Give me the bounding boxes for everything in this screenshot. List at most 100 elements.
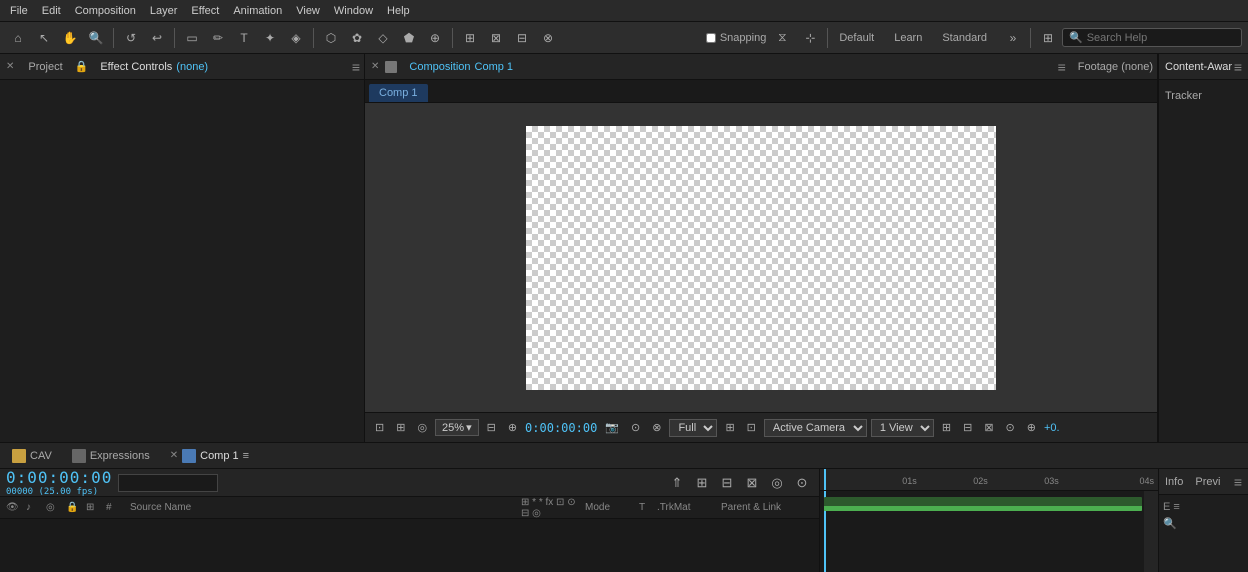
extract-button[interactable]: ⊞ xyxy=(691,472,713,494)
panel-close-project[interactable]: ✕ xyxy=(4,61,16,72)
workspace-default-button[interactable]: Default xyxy=(833,30,880,46)
br-search-item[interactable]: 🔍 xyxy=(1163,515,1244,532)
pin-button[interactable]: ⊗ xyxy=(536,26,560,50)
render-queue-button[interactable]: ⊠ xyxy=(741,472,763,494)
roto-tool-button[interactable]: ⬟ xyxy=(397,26,421,50)
menu-help[interactable]: Help xyxy=(381,3,416,19)
show-snapshot-button[interactable]: ⊙ xyxy=(627,419,644,436)
comp1-icon xyxy=(182,449,196,463)
lift-button[interactable]: ⇑ xyxy=(666,472,688,494)
menu-edit[interactable]: Edit xyxy=(36,3,67,19)
eraser-tool-button[interactable]: ◇ xyxy=(371,26,395,50)
comp-viewport[interactable] xyxy=(365,103,1157,412)
audio-col: ♪ xyxy=(26,502,42,513)
preview-tab[interactable]: Previ xyxy=(1195,476,1220,488)
3d-draft-button[interactable]: ⊙ xyxy=(1002,419,1019,436)
menu-window[interactable]: Window xyxy=(328,3,379,19)
workspace-learn-button[interactable]: Learn xyxy=(888,30,928,46)
region-of-interest-button[interactable]: ⊡ xyxy=(371,419,388,436)
fast-preview-button[interactable]: ◎ xyxy=(413,419,431,436)
camera-tool-button[interactable]: ⊕ xyxy=(423,26,447,50)
camera-select[interactable]: Active Camera xyxy=(764,419,867,437)
info-tab[interactable]: Info xyxy=(1165,476,1183,488)
safe-margins-button[interactable]: ⊠ xyxy=(980,419,997,436)
composition-label: Composition xyxy=(409,61,470,73)
comp1-tab-menu[interactable]: ≡ xyxy=(243,450,249,462)
transparency-button[interactable]: ⊡ xyxy=(743,419,760,436)
clone-tool-button[interactable]: ✦ xyxy=(258,26,282,50)
zoom-tool-button[interactable]: 🔍 xyxy=(84,26,108,50)
timeline-track-area xyxy=(0,519,819,572)
comp1-tab-close[interactable]: ✕ xyxy=(170,450,178,461)
align-left-button[interactable]: ⊞ xyxy=(458,26,482,50)
selection-tool-button[interactable]: ↖ xyxy=(32,26,56,50)
workspace-toggle-button[interactable]: ⊞ xyxy=(1036,26,1060,50)
puppet-tool-button[interactable]: ◈ xyxy=(284,26,308,50)
comp1-subtab[interactable]: Comp 1 xyxy=(369,84,428,102)
effect-controls-tab[interactable]: Effect Controls (none) xyxy=(92,59,216,75)
timeline-timecode[interactable]: 0:00:00:00 xyxy=(6,469,112,487)
search-area: 🔍 xyxy=(1062,28,1242,47)
live-update-button[interactable]: ⊙ xyxy=(791,472,813,494)
composition-mini-button[interactable]: ⊟ xyxy=(716,472,738,494)
menu-effect[interactable]: Effect xyxy=(185,3,225,19)
snapping-checkbox[interactable] xyxy=(706,33,716,43)
menu-composition[interactable]: Composition xyxy=(69,3,142,19)
guides-button[interactable]: ⊟ xyxy=(959,419,976,436)
home-button[interactable]: ⌂ xyxy=(6,26,30,50)
hand-tool-button[interactable]: ✋ xyxy=(58,26,82,50)
right-panel-menu[interactable]: ≡ xyxy=(1234,59,1242,75)
motion-sketch-button[interactable]: ⊹ xyxy=(798,26,822,50)
menu-animation[interactable]: Animation xyxy=(227,3,288,19)
left-panel-menu[interactable]: ≡ xyxy=(352,59,360,75)
br-e-item[interactable]: E ≡ xyxy=(1163,499,1244,515)
menu-view[interactable]: View xyxy=(290,3,326,19)
comp-tab[interactable]: Composition Comp 1 xyxy=(401,59,521,75)
project-tab[interactable]: Project xyxy=(20,59,70,75)
num-col: # xyxy=(106,502,122,513)
rotate-tool-button[interactable]: ↺ xyxy=(119,26,143,50)
align-center-button[interactable]: ⊠ xyxy=(484,26,508,50)
shape-tool-button[interactable]: ⬡ xyxy=(319,26,343,50)
cav-tab[interactable]: CAV xyxy=(4,447,60,465)
quality-select[interactable]: Full xyxy=(669,419,717,437)
reset-view-button[interactable]: ⊟ xyxy=(483,419,500,436)
comp1-timeline-tab[interactable]: ✕ Comp 1 ≡ xyxy=(162,447,257,465)
workspace-standard-button[interactable]: Standard xyxy=(936,30,993,46)
align-right-button[interactable]: ⊟ xyxy=(510,26,534,50)
tracker-item[interactable]: Tracker xyxy=(1165,86,1242,106)
undo-button[interactable]: ↩ xyxy=(145,26,169,50)
expressions-tab[interactable]: Expressions xyxy=(64,447,158,465)
timeline-scrollbar[interactable] xyxy=(1144,491,1158,572)
text-tool-button[interactable]: T xyxy=(232,26,256,50)
timeline-search-input[interactable] xyxy=(118,474,218,492)
rect-tool-button[interactable]: ▭ xyxy=(180,26,204,50)
snapping-options-button[interactable]: ⧖ xyxy=(770,26,794,50)
content-aware-tab[interactable]: Content-Awar xyxy=(1165,61,1232,73)
snapshot-button[interactable]: 📷 xyxy=(601,419,623,436)
label-col: ⊞ xyxy=(86,502,102,513)
pen-tool-button[interactable]: ✏ xyxy=(206,26,230,50)
comp-panel-menu[interactable]: ≡ xyxy=(1058,59,1066,75)
search-input[interactable] xyxy=(1087,32,1227,44)
comp-panel-close[interactable]: ✕ xyxy=(369,61,381,72)
draft-3d-button[interactable]: ◎ xyxy=(766,472,788,494)
main-area: ✕ Project 🔒 Effect Controls (none) ≡ ✕ C… xyxy=(0,54,1248,442)
footage-tab[interactable]: Footage (none) xyxy=(1078,61,1153,73)
menu-file[interactable]: File xyxy=(4,3,34,19)
brush-tool-button[interactable]: ✿ xyxy=(345,26,369,50)
view-options-button[interactable]: ⊞ xyxy=(721,419,738,436)
workspace-more-button[interactable]: » xyxy=(1001,26,1025,50)
grid-button[interactable]: ⊞ xyxy=(938,419,955,436)
renderer-button[interactable]: ⊕ xyxy=(1023,419,1040,436)
br-panel-menu[interactable]: ≡ xyxy=(1234,474,1242,490)
transparency-grid-button[interactable]: ⊞ xyxy=(392,419,409,436)
always-preview-button[interactable]: ⊕ xyxy=(504,419,521,436)
timecode-area: 0:00:00:00 00000 (25.00 fps) xyxy=(6,469,112,497)
separator-6 xyxy=(1030,28,1031,48)
timeline-tracks xyxy=(820,491,1158,572)
view-select[interactable]: 1 View xyxy=(871,419,934,437)
color-correction-button[interactable]: ⊗ xyxy=(648,419,665,436)
menu-layer[interactable]: Layer xyxy=(144,3,184,19)
zoom-selector[interactable]: 25% ▾ xyxy=(435,419,479,436)
